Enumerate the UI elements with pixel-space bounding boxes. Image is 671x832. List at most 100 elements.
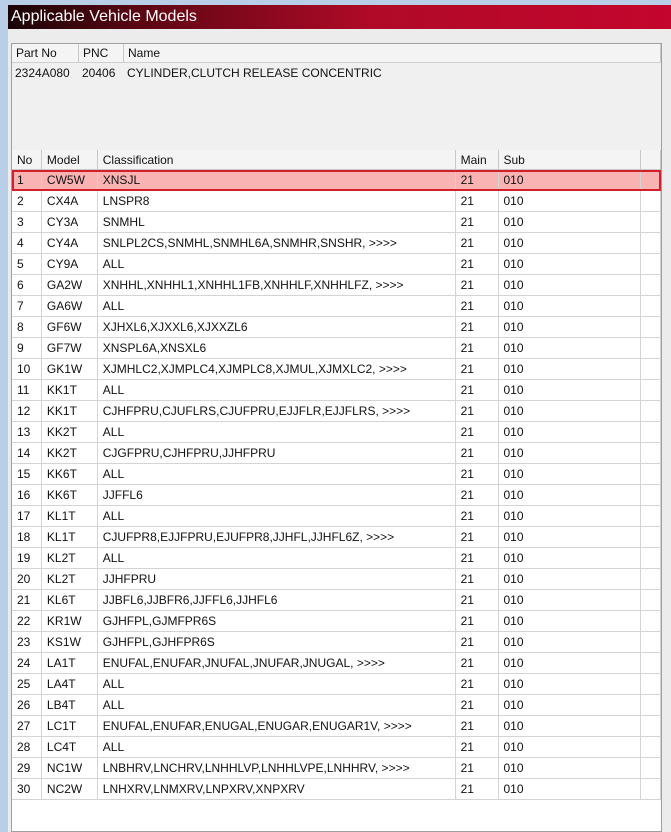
cell-filler	[641, 695, 661, 715]
cell-no: 22	[12, 611, 42, 631]
table-row[interactable]: 21 KL6T JJBFL6,JJBFR6,JJFFL6,JJHFL6 21 010	[12, 590, 661, 611]
cell-filler	[641, 611, 661, 631]
cell-no: 17	[12, 506, 42, 526]
part-info-row[interactable]: 2324A080 20406 CYLINDER,CLUTCH RELEASE C…	[12, 63, 661, 83]
cell-main: 21	[456, 506, 499, 526]
cell-classification: XJMHLC2,XJMPLC4,XJMPLC8,XJMUL,XJMXLC2, >…	[98, 359, 456, 379]
table-row[interactable]: 5 CY9A ALL 21 010	[12, 254, 661, 275]
cell-classification: GJHFPL,GJHFPR6S	[98, 632, 456, 652]
table-row[interactable]: 14 KK2T CJGFPRU,CJHFPRU,JJHFPRU 21 010	[12, 443, 661, 464]
cell-filler	[641, 191, 661, 211]
table-row[interactable]: 7 GA6W ALL 21 010	[12, 296, 661, 317]
cell-model: KL1T	[42, 527, 98, 547]
cell-classification: ALL	[98, 506, 456, 526]
cell-sub: 010	[499, 611, 642, 631]
cell-filler	[641, 779, 661, 799]
table-row[interactable]: 15 KK6T ALL 21 010	[12, 464, 661, 485]
cell-main: 21	[456, 380, 499, 400]
header-model[interactable]: Model	[42, 150, 98, 169]
table-row[interactable]: 16 KK6T JJFFL6 21 010	[12, 485, 661, 506]
cell-model: KS1W	[42, 632, 98, 652]
cell-no: 21	[12, 590, 42, 610]
cell-sub: 010	[499, 758, 642, 778]
table-row[interactable]: 22 KR1W GJHFPL,GJMFPR6S 21 010	[12, 611, 661, 632]
cell-model: LA4T	[42, 674, 98, 694]
table-row[interactable]: 26 LB4T ALL 21 010	[12, 695, 661, 716]
cell-filler	[641, 548, 661, 568]
cell-sub: 010	[499, 443, 642, 463]
table-row[interactable]: 23 KS1W GJHFPL,GJHFPR6S 21 010	[12, 632, 661, 653]
table-row[interactable]: 2 CX4A LNSPR8 21 010	[12, 191, 661, 212]
header-filler	[641, 150, 661, 169]
cell-sub: 010	[499, 464, 642, 484]
cell-model: CX4A	[42, 191, 98, 211]
cell-classification: XNHHL,XNHHL1,XNHHL1FB,XNHHLF,XNHHLFZ, >>…	[98, 275, 456, 295]
header-main[interactable]: Main	[456, 150, 499, 169]
cell-main: 21	[456, 758, 499, 778]
header-classification[interactable]: Classification	[98, 150, 456, 169]
table-row[interactable]: 4 CY4A SNLPL2CS,SNMHL,SNMHL6A,SNMHR,SNSHR,…	[12, 233, 661, 254]
cell-model: CW5W	[42, 170, 98, 190]
table-row[interactable]: 30 NC2W LNHXRV,LNMXRV,LNPXRV,XNPXRV 21 010	[12, 779, 661, 800]
table-row[interactable]: 28 LC4T ALL 21 010	[12, 737, 661, 758]
cell-main: 21	[456, 170, 499, 190]
cell-filler	[641, 254, 661, 274]
cell-sub: 010	[499, 674, 642, 694]
part-info-header: Part No PNC Name	[12, 44, 661, 63]
table-row[interactable]: 29 NC1W LNBHRV,LNCHRV,LNHHLVP,LNHHLVPE,LNH…	[12, 758, 661, 779]
cell-sub: 010	[499, 779, 642, 799]
cell-sub: 010	[499, 590, 642, 610]
table-row[interactable]: 17 KL1T ALL 21 010	[12, 506, 661, 527]
cell-no: 14	[12, 443, 42, 463]
cell-no: 11	[12, 380, 42, 400]
cell-sub: 010	[499, 233, 642, 253]
table-row[interactable]: 8 GF6W XJHXL6,XJXXL6,XJXXZL6 21 010	[12, 317, 661, 338]
table-row[interactable]: 20 KL2T JJHFPRU 21 010	[12, 569, 661, 590]
table-row[interactable]: 13 KK2T ALL 21 010	[12, 422, 661, 443]
cell-classification: JJBFL6,JJBFR6,JJFFL6,JJHFL6	[98, 590, 456, 610]
table-row[interactable]: 12 KK1T CJHFPRU,CJUFLRS,CJUFPRU,EJJFLR,EJJ…	[12, 401, 661, 422]
cell-no: 28	[12, 737, 42, 757]
header-pnc[interactable]: PNC	[79, 44, 124, 62]
cell-classification: ALL	[98, 296, 456, 316]
cell-model: KK2T	[42, 422, 98, 442]
cell-classification: SNMHL	[98, 212, 456, 232]
cell-sub: 010	[499, 317, 642, 337]
table-row[interactable]: 3 CY3A SNMHL 21 010	[12, 212, 661, 233]
cell-main: 21	[456, 695, 499, 715]
table-row[interactable]: 24 LA1T ENUFAL,ENUFAR,JNUFAL,JNUFAR,JNUGAL…	[12, 653, 661, 674]
table-row[interactable]: 19 KL2T ALL 21 010	[12, 548, 661, 569]
header-sub[interactable]: Sub	[499, 150, 642, 169]
cell-sub: 010	[499, 737, 642, 757]
table-row[interactable]: 11 KK1T ALL 21 010	[12, 380, 661, 401]
cell-model: KL2T	[42, 569, 98, 589]
table-row[interactable]: 27 LC1T ENUFAL,ENUFAR,ENUGAL,ENUGAR,ENUGAR…	[12, 716, 661, 737]
cell-classification: CJUFPR8,EJJFPRU,EJUFPR8,JJHFL,JJHFL6Z, >…	[98, 527, 456, 547]
window-title: Applicable Vehicle Models	[8, 5, 671, 29]
cell-main: 21	[456, 233, 499, 253]
table-row[interactable]: 18 KL1T CJUFPR8,EJJFPRU,EJUFPR8,JJHFL,JJHF…	[12, 527, 661, 548]
cell-no: 18	[12, 527, 42, 547]
cell-main: 21	[456, 653, 499, 673]
cell-sub: 010	[499, 695, 642, 715]
table-row[interactable]: 6 GA2W XNHHL,XNHHL1,XNHHL1FB,XNHHLF,XNHHLF…	[12, 275, 661, 296]
cell-classification: GJHFPL,GJMFPR6S	[98, 611, 456, 631]
cell-no: 24	[12, 653, 42, 673]
cell-model: KL2T	[42, 548, 98, 568]
cell-main: 21	[456, 737, 499, 757]
cell-model: CY4A	[42, 233, 98, 253]
table-row[interactable]: 10 GK1W XJMHLC2,XJMPLC4,XJMPLC8,XJMUL,XJMX…	[12, 359, 661, 380]
cell-filler	[641, 653, 661, 673]
header-part-no[interactable]: Part No	[12, 44, 79, 62]
table-row-selected[interactable]: 1 CW5W XNSJL 21 010	[12, 170, 661, 191]
cell-filler	[641, 233, 661, 253]
cell-model: LC1T	[42, 716, 98, 736]
table-row[interactable]: 9 GF7W XNSPL6A,XNSXL6 21 010	[12, 338, 661, 359]
header-name[interactable]: Name	[124, 44, 661, 62]
cell-filler	[641, 212, 661, 232]
cell-model: KK1T	[42, 401, 98, 421]
cell-filler	[641, 443, 661, 463]
cell-classification: XNSPL6A,XNSXL6	[98, 338, 456, 358]
table-row[interactable]: 25 LA4T ALL 21 010	[12, 674, 661, 695]
header-no[interactable]: No	[12, 150, 42, 169]
